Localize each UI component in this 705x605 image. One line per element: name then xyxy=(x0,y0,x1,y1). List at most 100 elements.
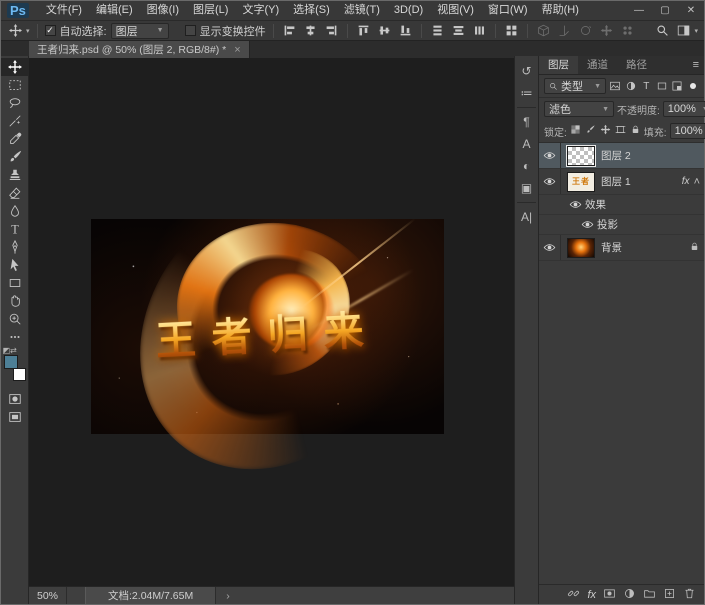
delete-layer-icon[interactable] xyxy=(683,587,696,603)
menu-filter[interactable]: 滤镜(T) xyxy=(337,1,387,20)
fill-dropdown[interactable]: 100%▼ xyxy=(670,123,705,139)
zoom-tool[interactable] xyxy=(1,310,29,328)
tab-close-icon[interactable]: × xyxy=(234,44,240,56)
brush-tool[interactable] xyxy=(1,148,29,166)
layer-row-drop-shadow[interactable]: 投影 xyxy=(539,215,704,235)
fx-collapse-chevron-icon[interactable]: ˄ xyxy=(694,176,700,188)
search-icon[interactable] xyxy=(654,22,671,39)
menu-3d[interactable]: 3D(D) xyxy=(387,1,430,20)
layer-row-effects[interactable]: 效果 xyxy=(539,195,704,215)
path-select-tool[interactable] xyxy=(1,256,29,274)
auto-select-dropdown[interactable]: 图层▼ xyxy=(111,23,169,39)
align-right-edges-icon[interactable] xyxy=(323,22,340,39)
blend-mode-dropdown[interactable]: 滤色▼ xyxy=(544,101,614,117)
visibility-eye-icon[interactable] xyxy=(539,169,561,194)
link-layers-icon[interactable] xyxy=(567,587,580,603)
lock-position-icon[interactable] xyxy=(600,124,611,138)
workspace-chevron-icon[interactable]: ▾ xyxy=(694,27,698,35)
lasso-tool[interactable] xyxy=(1,94,29,112)
marquee-tool[interactable] xyxy=(1,76,29,94)
foreground-color-swatch[interactable] xyxy=(4,355,18,369)
align-vertical-centers-icon[interactable] xyxy=(376,22,393,39)
layer-thumbnail[interactable] xyxy=(567,238,595,258)
eraser-tool[interactable] xyxy=(1,184,29,202)
character-panel-icon[interactable]: A xyxy=(514,133,539,155)
layer-name[interactable]: 图层 2 xyxy=(601,148,631,163)
new-adjustment-layer-icon[interactable] xyxy=(623,587,636,603)
distribute-bottom-edges-icon[interactable] xyxy=(471,22,488,39)
quick-mask-icon[interactable] xyxy=(1,390,29,408)
adjustments-panel-icon[interactable]: ◐ xyxy=(514,155,539,177)
align-bottom-edges-icon[interactable] xyxy=(397,22,414,39)
opacity-dropdown[interactable]: 100%▼ xyxy=(663,101,705,117)
tab-layers[interactable]: 图层 xyxy=(539,56,578,74)
paragraph-panel-icon[interactable]: ¶ xyxy=(514,111,539,133)
menu-view[interactable]: 视图(V) xyxy=(430,1,481,20)
eyedropper-tool[interactable] xyxy=(1,130,29,148)
filter-smart-objects-icon[interactable] xyxy=(671,79,684,94)
type-tool[interactable]: T xyxy=(1,220,29,238)
screen-mode-icon[interactable] xyxy=(1,408,29,426)
smudge-tool[interactable] xyxy=(1,202,29,220)
lock-transparent-icon[interactable] xyxy=(570,124,581,138)
document-tab[interactable]: 王者归来.psd @ 50% (图层 2, RGB/8#) * × xyxy=(29,41,250,58)
workspace-switcher-icon[interactable] xyxy=(675,22,692,39)
visibility-eye-icon[interactable] xyxy=(577,215,597,234)
tool-preset-chevron-icon[interactable]: ▾ xyxy=(26,27,30,35)
visibility-eye-icon[interactable] xyxy=(539,143,561,168)
layer-row-background[interactable]: 背景 xyxy=(539,235,704,261)
maximize-button[interactable]: ▢ xyxy=(652,1,678,20)
layer-fx-badge[interactable]: fx xyxy=(682,176,690,187)
background-color-swatch[interactable] xyxy=(13,368,26,381)
drop-shadow-label[interactable]: 投影 xyxy=(597,217,618,232)
tab-channels[interactable]: 通道 xyxy=(578,56,617,74)
lock-pixels-icon[interactable] xyxy=(585,124,596,138)
status-options-chevron-icon[interactable]: › xyxy=(226,590,230,602)
filter-adjustment-layers-icon[interactable] xyxy=(625,79,638,94)
add-layer-mask-icon[interactable] xyxy=(603,587,616,603)
layer-row-layer1[interactable]: 王者 图层 1 fx ˄ xyxy=(539,169,704,195)
pen-tool[interactable] xyxy=(1,238,29,256)
menu-select[interactable]: 选择(S) xyxy=(286,1,337,20)
menu-type[interactable]: 文字(Y) xyxy=(235,1,286,20)
menu-file[interactable]: 文件(F) xyxy=(39,1,89,20)
styles-panel-icon[interactable]: ▣ xyxy=(514,177,539,199)
layer-row-layer2[interactable]: 图层 2 xyxy=(539,143,704,169)
close-button[interactable]: ✕ xyxy=(678,1,704,20)
kind-filter-dropdown[interactable]: 类型 ▼ xyxy=(544,78,606,94)
lock-all-icon[interactable] xyxy=(630,124,641,138)
visibility-eye-icon[interactable] xyxy=(539,235,561,260)
menu-layer[interactable]: 图层(L) xyxy=(186,1,235,20)
clone-stamp-tool[interactable] xyxy=(1,166,29,184)
new-layer-icon[interactable] xyxy=(663,587,676,603)
menu-edit[interactable]: 编辑(E) xyxy=(89,1,140,20)
glyphs-panel-icon[interactable]: A| xyxy=(514,206,539,228)
properties-panel-icon[interactable]: ≔ xyxy=(514,82,539,104)
filter-toggle-icon[interactable] xyxy=(687,79,700,94)
new-group-icon[interactable] xyxy=(643,587,656,603)
minimize-button[interactable]: — xyxy=(626,1,652,20)
canvas-image[interactable]: 王者归来 xyxy=(91,219,444,434)
align-left-edges-icon[interactable] xyxy=(281,22,298,39)
show-transform-checkbox[interactable]: ✓ xyxy=(185,25,196,36)
tab-paths[interactable]: 路径 xyxy=(617,56,656,74)
menu-window[interactable]: 窗口(W) xyxy=(481,1,535,20)
lock-artboard-icon[interactable] xyxy=(615,124,626,138)
menu-help[interactable]: 帮助(H) xyxy=(535,1,586,20)
effects-label[interactable]: 效果 xyxy=(585,197,606,212)
layer-thumbnail[interactable] xyxy=(567,146,595,166)
menu-image[interactable]: 图像(I) xyxy=(140,1,186,20)
zoom-level-field[interactable]: 50% xyxy=(29,587,67,604)
shape-tool[interactable] xyxy=(1,274,29,292)
panel-menu-icon[interactable]: ≡ xyxy=(693,59,699,71)
history-panel-icon[interactable]: ↺ xyxy=(514,60,539,82)
edit-toolbar-icon[interactable] xyxy=(1,328,29,346)
layer-name[interactable]: 图层 1 xyxy=(601,174,631,189)
distribute-vertical-centers-icon[interactable] xyxy=(450,22,467,39)
move-tool[interactable] xyxy=(1,58,29,76)
auto-align-layers-icon[interactable] xyxy=(503,22,520,39)
hand-tool[interactable] xyxy=(1,292,29,310)
visibility-eye-icon[interactable] xyxy=(565,195,585,214)
canvas-pasteboard[interactable]: 王者归来 xyxy=(29,58,514,586)
layer-thumbnail[interactable]: 王者 xyxy=(567,172,595,192)
